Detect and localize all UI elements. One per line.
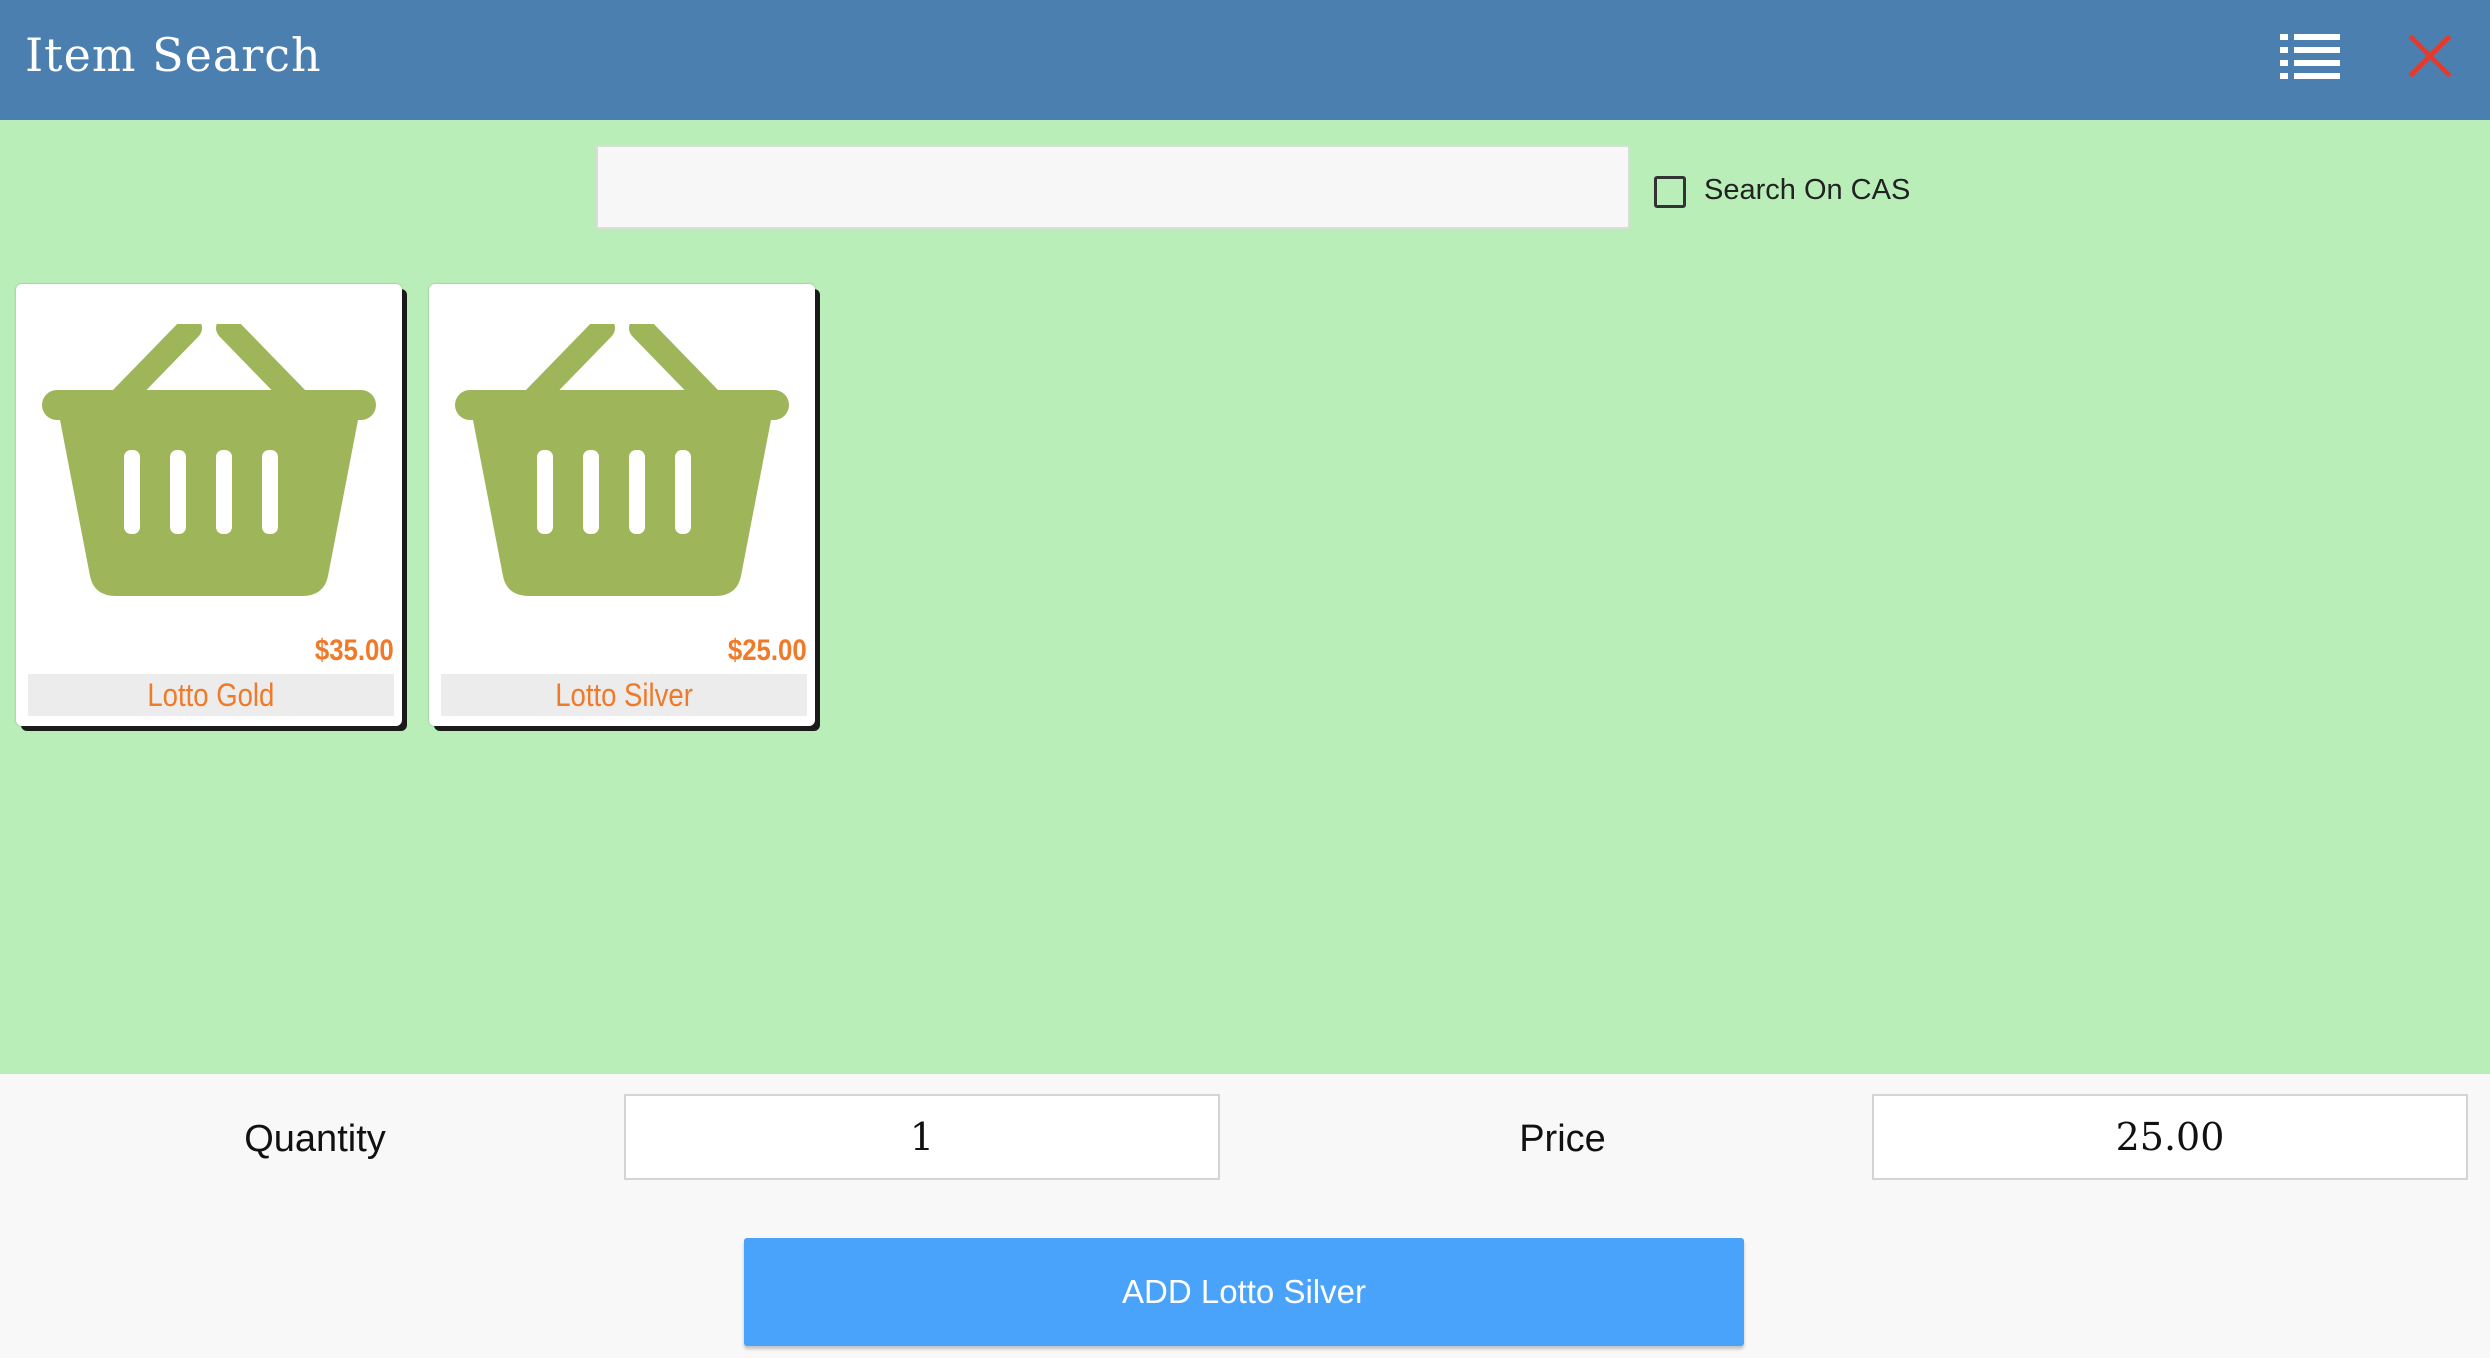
quantity-label: Quantity	[244, 1118, 386, 1160]
item-name-bar: Lotto Gold	[28, 674, 394, 716]
search-on-cas-checkbox[interactable]	[1654, 176, 1686, 208]
quantity-field[interactable]	[624, 1094, 1220, 1180]
price-label: Price	[1519, 1118, 1606, 1160]
list-icon[interactable]	[2280, 30, 2350, 82]
item-price: $25.00	[728, 634, 807, 667]
search-input[interactable]	[596, 145, 1630, 229]
bottom-panel: Quantity Price ADD Lotto Silver	[0, 1074, 2490, 1358]
item-name-bar: Lotto Silver	[441, 674, 807, 716]
item-card-lotto-silver[interactable]: $25.00 Lotto Silver	[429, 284, 815, 726]
item-card-lotto-gold[interactable]: $35.00 Lotto Gold	[16, 284, 402, 726]
search-on-cas-label[interactable]: Search On CAS	[1704, 174, 1910, 207]
basket-icon	[455, 324, 789, 596]
item-name: Lotto Silver	[555, 677, 693, 713]
basket-icon	[42, 324, 376, 596]
item-name: Lotto Gold	[147, 677, 275, 713]
item-price: $35.00	[315, 634, 394, 667]
close-icon[interactable]	[2400, 26, 2460, 86]
add-item-button[interactable]: ADD Lotto Silver	[744, 1238, 1744, 1346]
price-field[interactable]	[1872, 1094, 2468, 1180]
title-bar: Item Search	[0, 0, 2490, 120]
page-title: Item Search	[25, 28, 322, 82]
